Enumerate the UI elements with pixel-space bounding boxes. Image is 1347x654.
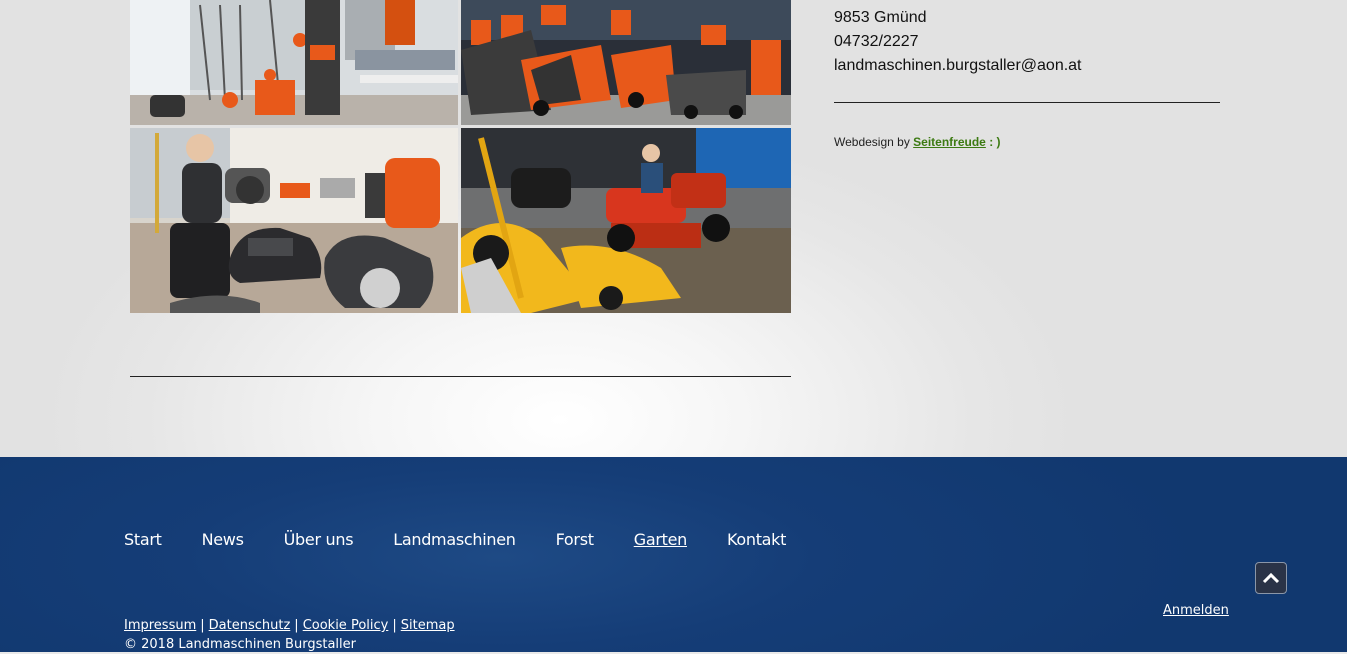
separator: |	[294, 618, 299, 633]
legal-block: Impressum | Datenschutz | Cookie Policy | Site…	[124, 616, 455, 654]
nav-kontakt[interactable]: Kontakt	[727, 530, 786, 549]
credit-suffix: : )	[989, 135, 1001, 149]
webdesign-credit: Webdesign by Seitenfreude : )	[834, 135, 1001, 149]
gallery-photo-riding-mowers[interactable]	[461, 128, 791, 313]
nav-start[interactable]: Start	[124, 530, 162, 549]
nav-news[interactable]: News	[202, 530, 244, 549]
credit-prefix: Webdesign by	[834, 135, 910, 149]
scroll-to-top-button[interactable]	[1255, 562, 1287, 594]
contact-city: 9853 Gmünd	[834, 9, 927, 26]
footer-nav: Start News Über uns Landmaschinen Forst …	[124, 530, 826, 549]
footer: Start News Über uns Landmaschinen Forst …	[0, 457, 1347, 652]
gallery-photo-trimmers[interactable]	[130, 0, 458, 125]
impressum-link[interactable]: Impressum	[124, 618, 196, 633]
cookie-policy-link[interactable]: Cookie Policy	[303, 618, 389, 633]
legal-links: Impressum | Datenschutz | Cookie Policy | Site…	[124, 616, 455, 635]
copyright: © 2018 Landmaschinen Burgstaller	[124, 637, 356, 652]
separator: |	[200, 618, 205, 633]
nav-ueber-uns[interactable]: Über uns	[284, 530, 354, 549]
sidebar-divider	[834, 102, 1220, 103]
seitenfreude-link[interactable]: Seitenfreude	[913, 135, 986, 149]
login-link[interactable]: Anmelden	[1163, 603, 1229, 618]
gallery-photo-mowers[interactable]	[461, 0, 791, 125]
nav-forst[interactable]: Forst	[556, 530, 594, 549]
chevron-up-icon	[1262, 572, 1280, 584]
nav-landmaschinen[interactable]: Landmaschinen	[393, 530, 516, 549]
contact-block: 9853 Gmünd 04732/2227 landmaschinen.burg…	[834, 6, 1082, 78]
separator: |	[392, 618, 397, 633]
content-area: 9853 Gmünd 04732/2227 landmaschinen.burg…	[0, 0, 1347, 457]
nav-garten[interactable]: Garten	[634, 530, 688, 549]
contact-email: landmaschinen.burgstaller@aon.at	[834, 57, 1082, 74]
datenschutz-link[interactable]: Datenschutz	[209, 618, 291, 633]
content-divider	[130, 376, 791, 377]
contact-phone: 04732/2227	[834, 33, 919, 50]
sitemap-link[interactable]: Sitemap	[401, 618, 455, 633]
gallery-photo-robot-mowers[interactable]	[130, 128, 458, 313]
